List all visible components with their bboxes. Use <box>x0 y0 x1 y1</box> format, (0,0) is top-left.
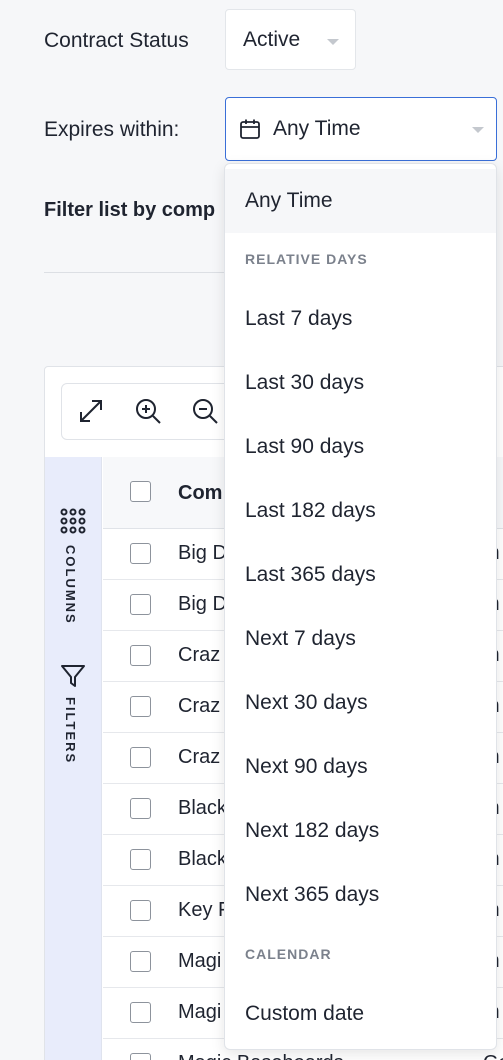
contract-status-select[interactable]: Active <box>225 9 356 70</box>
menu-item-relative-5[interactable]: Next 7 days <box>225 607 496 671</box>
menu-item-relative-6[interactable]: Next 30 days <box>225 671 496 735</box>
columns-grid-icon[interactable] <box>59 507 87 535</box>
chevron-down-icon <box>327 39 339 45</box>
company-name-cell: Craz <box>178 746 221 768</box>
chevron-down-icon <box>472 127 484 133</box>
zoom-out-icon[interactable] <box>190 396 220 426</box>
row-checkbox[interactable] <box>130 747 151 768</box>
company-name-cell: Key F <box>178 899 231 921</box>
menu-item-relative-0[interactable]: Last 7 days <box>225 287 496 351</box>
calendar-icon <box>240 119 260 139</box>
expand-icon[interactable] <box>76 396 106 426</box>
row-checkbox[interactable] <box>130 1002 151 1023</box>
row-checkbox[interactable] <box>130 798 151 819</box>
row-checkbox[interactable] <box>130 594 151 615</box>
divider <box>44 272 226 273</box>
company-name-cell: Big D <box>178 542 227 564</box>
row-checkbox[interactable] <box>130 645 151 666</box>
filter-icon[interactable] <box>59 662 87 690</box>
company-name-cell: Big D <box>178 593 227 615</box>
menu-item-relative-3[interactable]: Last 182 days <box>225 479 496 543</box>
menu-item-relative-8[interactable]: Next 182 days <box>225 799 496 863</box>
columns-tab[interactable]: COLUMNS <box>63 545 78 625</box>
expires-within-dropdown: Any Time RELATIVE DAYS Last 7 days Last 3… <box>224 163 497 1050</box>
filter-by-company-label: Filter list by comp <box>44 199 216 221</box>
menu-item-custom-date[interactable]: Custom date <box>225 982 496 1046</box>
expires-within-value: Any Time <box>273 117 361 140</box>
menu-item-relative-2[interactable]: Last 90 days <box>225 415 496 479</box>
contract-status-label: Contract Status <box>44 29 189 52</box>
menu-item-relative-9[interactable]: Next 365 days <box>225 863 496 927</box>
filters-tab[interactable]: FILTERS <box>63 697 78 764</box>
company-name-cell: Craz <box>178 644 221 666</box>
menu-section-relative-days: RELATIVE DAYS <box>245 251 368 267</box>
contract-status-value: Active <box>243 27 301 51</box>
company-name-cell: Black <box>178 848 227 870</box>
row-checkbox[interactable] <box>130 951 151 972</box>
menu-item-relative-1[interactable]: Last 30 days <box>225 351 496 415</box>
expires-within-label: Expires within: <box>44 118 180 141</box>
company-name-cell: Magi <box>178 950 222 972</box>
row-checkbox[interactable] <box>130 849 151 870</box>
row-checkbox[interactable] <box>130 1053 151 1060</box>
menu-item-any-time[interactable]: Any Time <box>225 169 496 233</box>
menu-item-relative-4[interactable]: Last 365 days <box>225 543 496 607</box>
secondary-cell: Gold <box>483 1052 503 1060</box>
column-header-company[interactable]: Com <box>178 482 222 505</box>
company-name-cell: Magic Baseboards <box>178 1052 344 1060</box>
expires-within-select[interactable]: Any Time <box>225 97 497 161</box>
menu-section-calendar: CALENDAR <box>245 946 332 962</box>
row-checkbox[interactable] <box>130 543 151 564</box>
row-checkbox[interactable] <box>130 696 151 717</box>
company-name-cell: Magi <box>178 1001 222 1023</box>
menu-item-relative-7[interactable]: Next 90 days <box>225 735 496 799</box>
company-name-cell: Craz <box>178 695 221 717</box>
row-checkbox[interactable] <box>130 900 151 921</box>
company-name-cell: Black <box>178 797 227 819</box>
grid-side-panel: COLUMNS FILTERS <box>45 457 102 1060</box>
select-all-checkbox[interactable] <box>130 481 151 502</box>
zoom-in-icon[interactable] <box>133 396 163 426</box>
